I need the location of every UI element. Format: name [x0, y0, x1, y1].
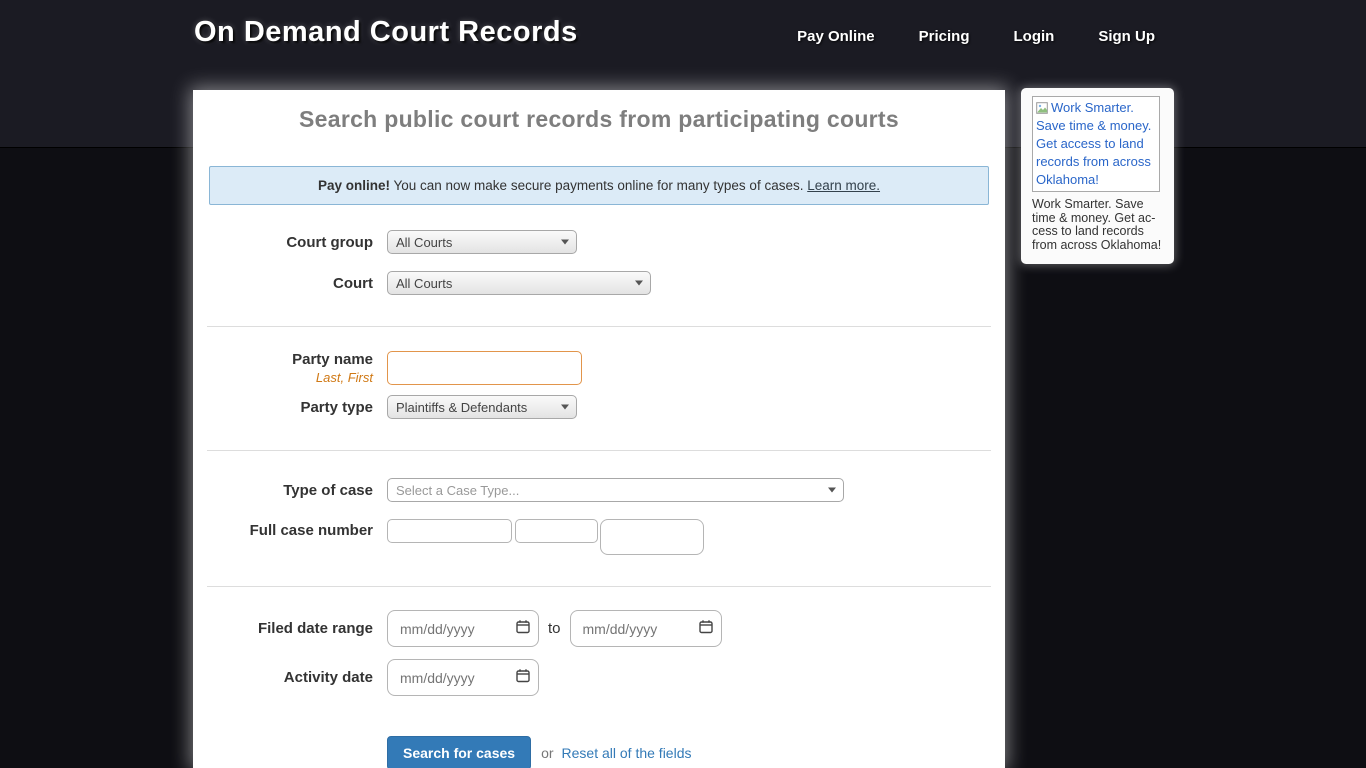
pay-online-alert: Pay online! You can now make secure paym… [209, 166, 989, 205]
case-number-part2-input[interactable] [515, 519, 598, 543]
section-divider [207, 326, 991, 327]
court-select[interactable]: All Courts [387, 271, 651, 295]
page-title: Search public court records from partici… [193, 90, 1005, 148]
party-name-label: Party name [209, 351, 373, 368]
brand-logo[interactable]: On Demand Court Records [194, 16, 578, 49]
nav-login[interactable]: Login [1014, 28, 1055, 45]
page: On Demand Court Records Pay Online Prici… [0, 0, 1366, 768]
alert-bold-text: Pay online! [318, 178, 390, 193]
party-name-input[interactable] [387, 351, 582, 385]
case-number-part3-input[interactable] [600, 519, 704, 555]
header-nav: Pay Online Pricing Login Sign Up [797, 28, 1155, 45]
case-number-label: Full case number [209, 519, 387, 539]
case-type-select[interactable]: Select a Case Type... [387, 478, 844, 502]
alert-text: You can now make secure payments online … [390, 178, 807, 193]
court-label: Court [209, 275, 387, 292]
broken-image-icon [1036, 102, 1048, 117]
or-text: or [541, 745, 553, 761]
reset-fields-link[interactable]: Reset all of the fields [562, 745, 692, 761]
search-form: Court group All Courts Court All Courts [193, 230, 1005, 768]
party-type-select[interactable]: Plaintiffs & Defendants [387, 395, 577, 419]
date-range-to-text: to [548, 620, 561, 637]
court-group-label: Court group [209, 234, 387, 251]
filed-date-to-input[interactable] [570, 610, 722, 647]
activity-date-label: Activity date [209, 669, 387, 686]
search-card: Search public court records from partici… [193, 90, 1005, 768]
search-for-cases-button[interactable]: Search for cases [387, 736, 531, 768]
filed-date-from-input[interactable] [387, 610, 539, 647]
nav-sign-up[interactable]: Sign Up [1098, 28, 1155, 45]
sidebar-ad-card: Work Smarter. Save time & money. Get acc… [1021, 88, 1174, 264]
activity-date-input[interactable] [387, 659, 539, 696]
party-name-hint: Last, First [209, 370, 373, 385]
ad-alt-text: Work Smarter. Save time & money. Get acc… [1036, 100, 1151, 187]
learn-more-link[interactable]: Learn more. [807, 178, 880, 193]
nav-pay-online[interactable]: Pay Online [797, 28, 875, 45]
ad-broken-image[interactable]: Work Smarter. Save time & money. Get acc… [1032, 96, 1160, 192]
section-divider [207, 450, 991, 451]
party-type-label: Party type [209, 399, 387, 416]
ad-caption-text: Work Smarter. Save time & money. Get ac­… [1032, 198, 1162, 252]
filed-date-range-label: Filed date range [209, 620, 387, 637]
court-group-select[interactable]: All Courts [387, 230, 577, 254]
case-number-part1-input[interactable] [387, 519, 512, 543]
nav-pricing[interactable]: Pricing [919, 28, 970, 45]
section-divider [207, 586, 991, 587]
case-type-label: Type of case [209, 482, 387, 499]
